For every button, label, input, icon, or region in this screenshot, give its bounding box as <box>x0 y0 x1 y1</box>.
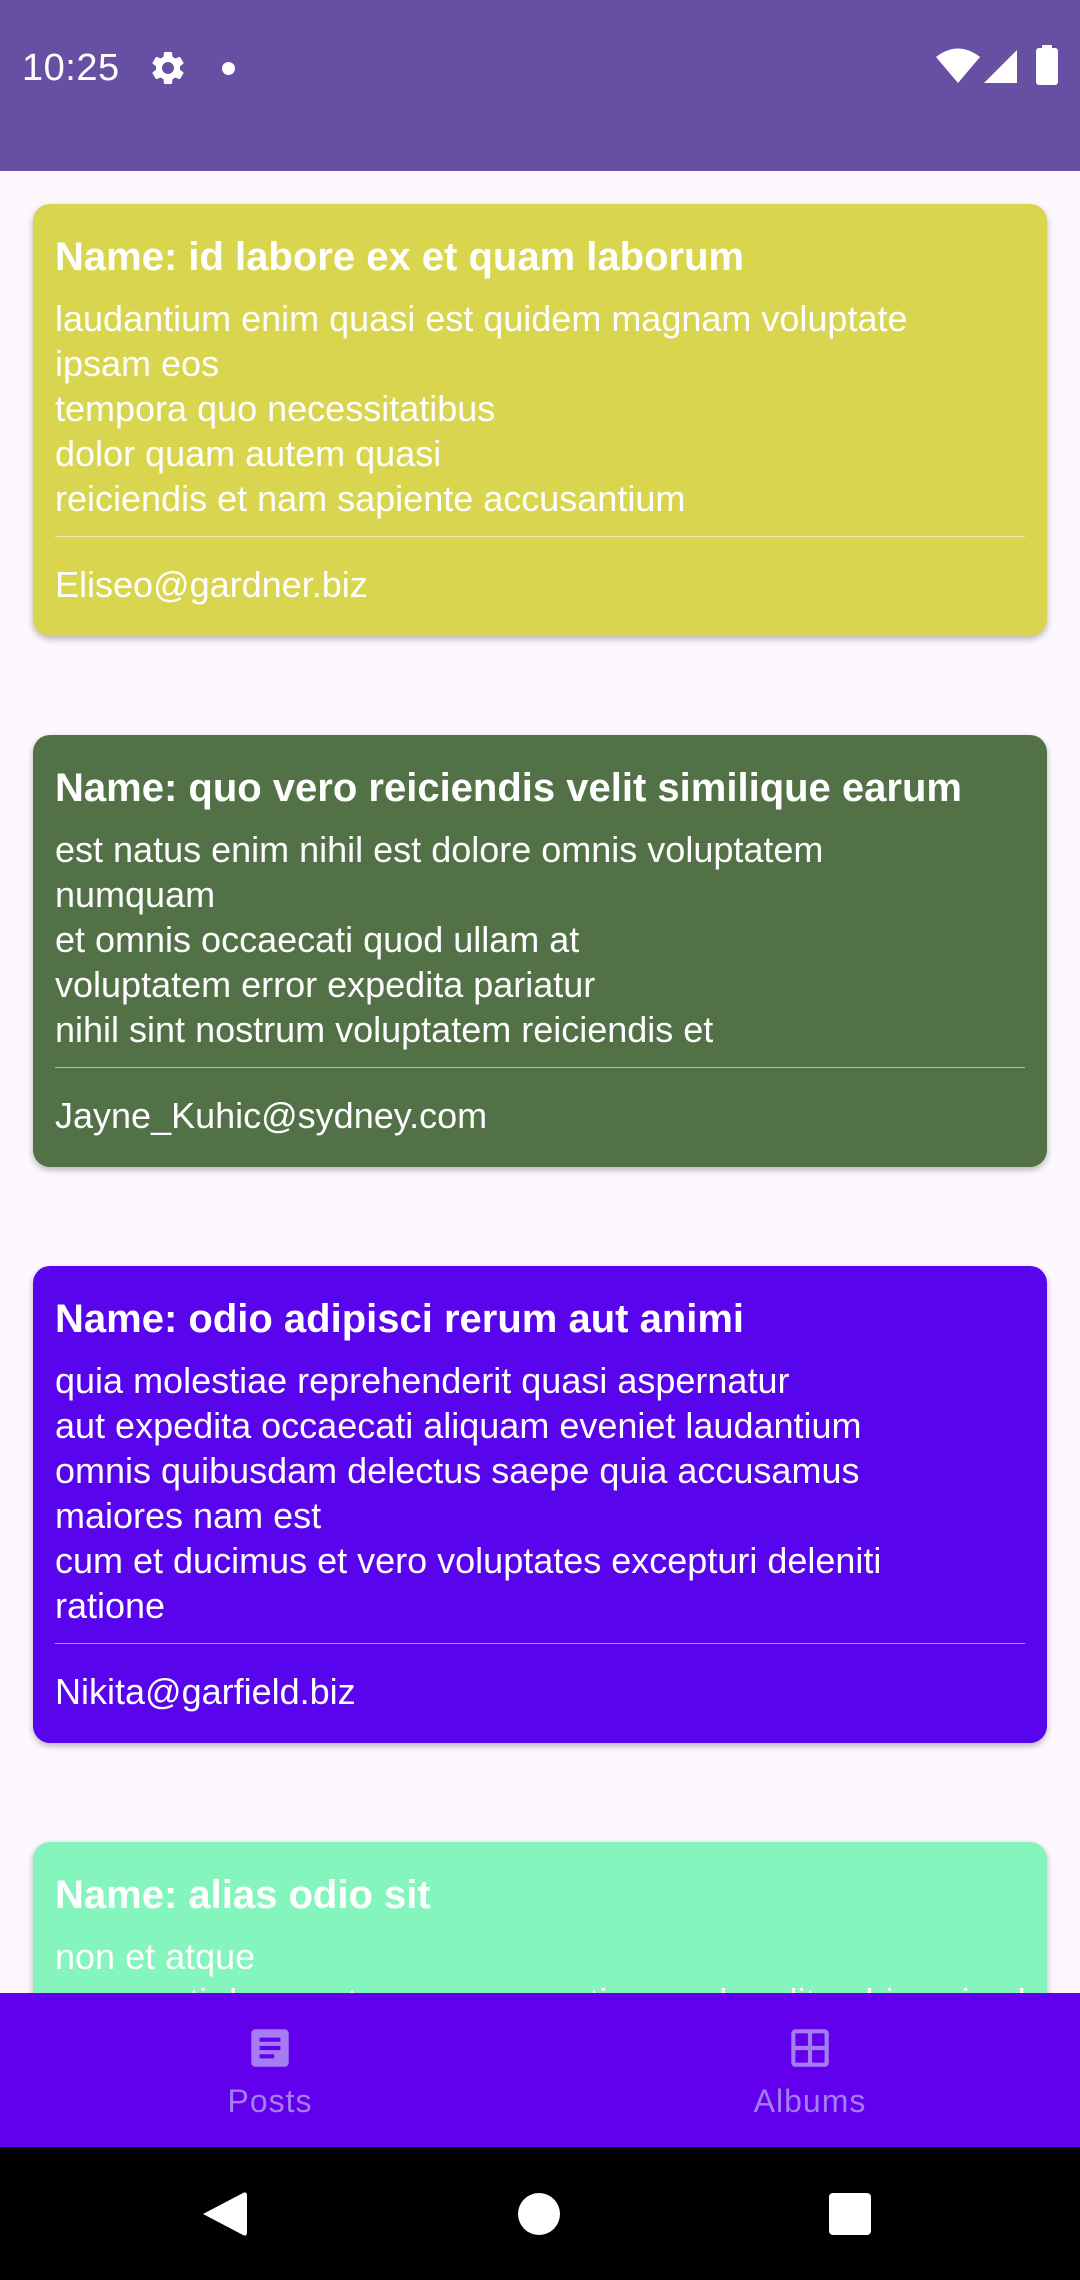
post-body-line: dolor quam autem quasi <box>55 433 442 474</box>
status-bar: 10:25 <box>0 0 1080 171</box>
notification-dot-icon <box>222 62 235 75</box>
post-body-line: ratione <box>55 1585 166 1626</box>
nav-item-albums[interactable]: Albums <box>540 1993 1080 2147</box>
battery-icon <box>1036 45 1058 85</box>
nav-label-albums: Albums <box>753 2083 867 2119</box>
post-title: Name: alias odio sit <box>55 1873 431 1917</box>
post-body-line: occaecati deserunt quas accusantium unde… <box>55 1979 1047 1993</box>
post-body-line: nihil sint nostrum voluptatem reiciendis… <box>55 1009 714 1050</box>
post-body: laudantium enim quasi est quidem magnam … <box>55 296 1025 521</box>
wifi-icon <box>936 48 980 83</box>
post-body-line: laudantium enim quasi est quidem magnam … <box>55 298 908 339</box>
post-body: est natus enim nihil est dolore omnis vo… <box>55 827 1025 1052</box>
divider <box>55 1643 1025 1644</box>
post-card[interactable]: Name: quo vero reiciendis velit similiqu… <box>33 735 1047 1167</box>
post-card[interactable]: Name: alias odio sit non et atque occaec… <box>33 1842 1047 1993</box>
post-body-line: tempora quo necessitatibus <box>55 388 496 429</box>
post-title: Name: odio adipisci rerum aut animi <box>55 1297 745 1341</box>
post-email: Jayne_Kuhic@sydney.com <box>55 1095 488 1136</box>
post-body-line: quia molestiae reprehenderit quasi asper… <box>55 1360 790 1401</box>
nav-label-posts: Posts <box>227 2083 313 2119</box>
post-body-line: ipsam eos <box>55 343 220 384</box>
nav-item-posts[interactable]: Posts <box>0 1993 540 2147</box>
post-body-line: cum et ducimus et vero voluptates except… <box>55 1540 882 1581</box>
post-body-line: reiciendis et nam sapiente accusantium <box>55 478 686 519</box>
divider <box>55 536 1025 537</box>
post-card[interactable]: Name: odio adipisci rerum aut animi quia… <box>33 1266 1047 1743</box>
back-icon[interactable] <box>203 2191 247 2237</box>
gear-icon <box>152 51 184 84</box>
system-navigation-bar <box>0 2147 1080 2280</box>
post-body-line: non et atque <box>55 1936 256 1977</box>
post-email: Nikita@garfield.biz <box>55 1671 356 1712</box>
post-body-line: et omnis occaecati quod ullam at <box>55 919 580 960</box>
post-body-line: omnis quibusdam delectus saepe quia accu… <box>55 1450 860 1491</box>
post-body: non et atque occaecati deserunt quas acc… <box>55 1934 1047 1993</box>
post-email: Eliseo@gardner.biz <box>55 564 368 605</box>
post-body-line: maiores nam est <box>55 1495 322 1536</box>
home-icon[interactable] <box>518 2193 560 2235</box>
post-list[interactable]: Name: id labore ex et quam laborum lauda… <box>0 171 1080 1993</box>
signal-icon <box>984 50 1017 83</box>
posts-icon <box>251 2029 289 2067</box>
recents-icon[interactable] <box>829 2193 871 2235</box>
post-body: quia molestiae reprehenderit quasi asper… <box>55 1358 1025 1628</box>
albums-icon <box>791 2029 829 2067</box>
post-title: Name: id labore ex et quam laborum <box>55 235 745 279</box>
bottom-navigation: Posts Albums <box>0 1993 1080 2147</box>
divider <box>55 1067 1025 1068</box>
post-body-line: numquam <box>55 874 216 915</box>
status-time: 10:25 <box>22 47 120 89</box>
post-body-line: est natus enim nihil est dolore omnis vo… <box>55 829 824 870</box>
post-body-line: voluptatem error expedita pariatur <box>55 964 596 1005</box>
post-title: Name: quo vero reiciendis velit similiqu… <box>55 766 962 810</box>
post-card[interactable]: Name: id labore ex et quam laborum lauda… <box>33 204 1047 636</box>
post-body-line: aut expedita occaecati aliquam eveniet l… <box>55 1405 862 1446</box>
